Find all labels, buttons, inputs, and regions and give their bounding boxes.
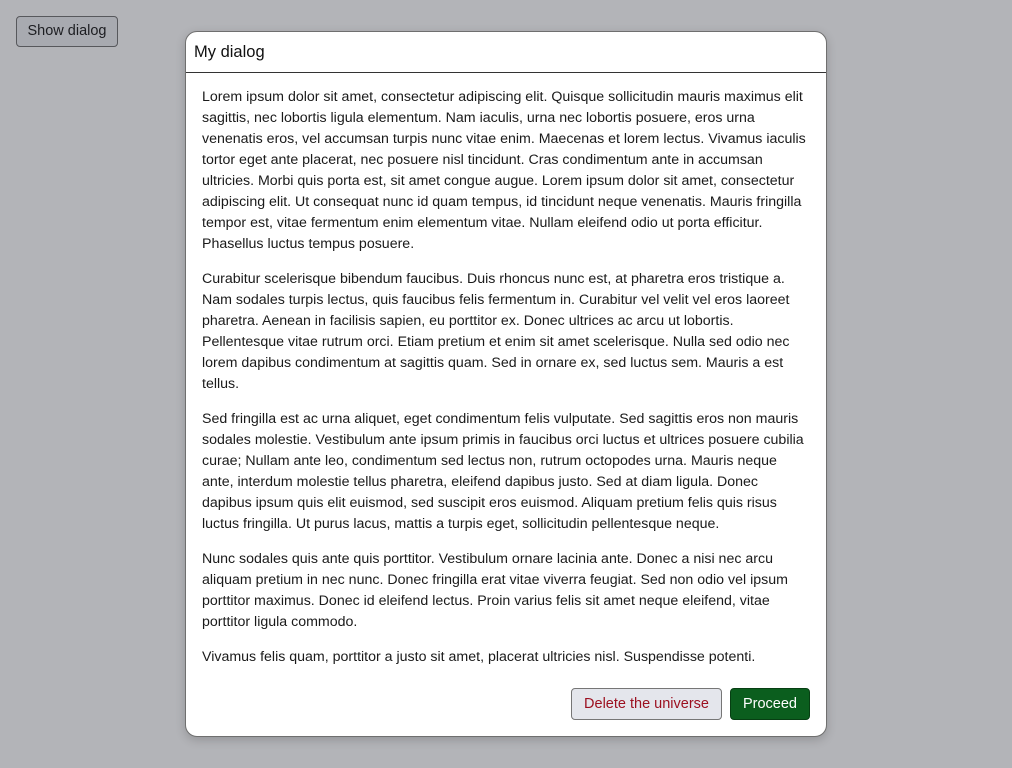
dialog-paragraph: Sed fringilla est ac urna aliquet, eget … — [202, 411, 804, 532]
dialog-paragraph: Lorem ipsum dolor sit amet, consectetur … — [202, 89, 806, 252]
dialog-paragraph: Nunc sodales quis ante quis porttitor. V… — [202, 551, 788, 630]
dialog: My dialog Lorem ipsum dolor sit amet, co… — [185, 31, 827, 737]
delete-universe-button[interactable]: Delete the universe — [571, 688, 722, 720]
dialog-body: Lorem ipsum dolor sit amet, consectetur … — [186, 73, 826, 668]
dialog-paragraph: Curabitur scelerisque bibendum faucibus.… — [202, 271, 790, 392]
dialog-footer: Delete the universe Proceed — [571, 688, 810, 720]
dialog-title: My dialog — [194, 42, 265, 61]
dialog-paragraph: Vivamus felis quam, porttitor a justo si… — [202, 649, 756, 665]
dialog-header: My dialog — [186, 32, 826, 73]
proceed-button[interactable]: Proceed — [729, 688, 810, 720]
